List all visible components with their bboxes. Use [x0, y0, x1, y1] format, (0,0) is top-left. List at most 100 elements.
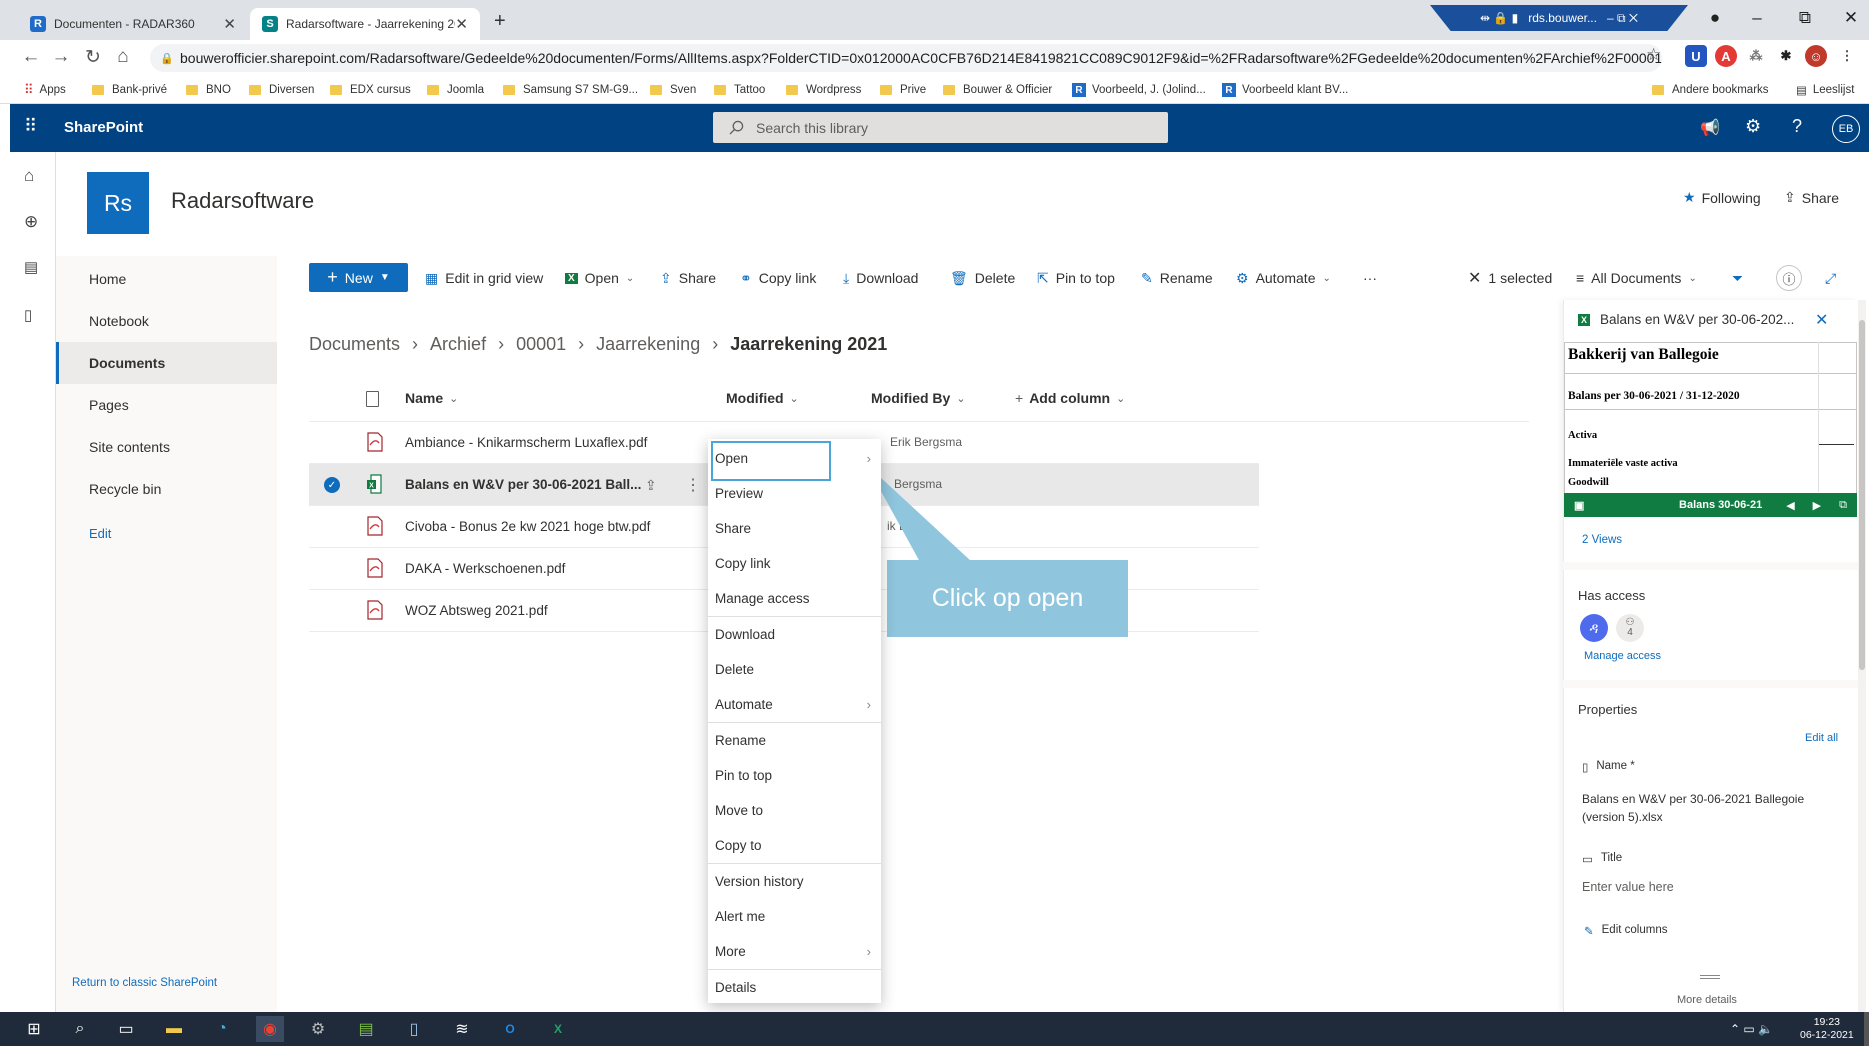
browser-tab-radarsoftware[interactable]: S Radarsoftware - Jaarrekening 20 ✕ [250, 8, 480, 40]
view-selector[interactable]: ≡ All Documents ⌄ [1576, 264, 1697, 292]
popout-icon[interactable]: ⧉ [1839, 499, 1847, 512]
sheet-next-icon[interactable]: ▶ [1813, 499, 1821, 512]
bookmark-folder[interactable]: Sven [650, 80, 696, 100]
search-input[interactable]: Search this library [713, 112, 1168, 143]
open-button[interactable]: X Open ⌄ [565, 264, 634, 292]
minimize-icon[interactable]: – [1742, 8, 1772, 28]
bookmark-other[interactable]: Andere bookmarks [1652, 80, 1769, 100]
taskbar-clock[interactable]: 19:23 06-12-2021 [1800, 1016, 1854, 1042]
file-preview[interactable] [1564, 342, 1857, 517]
chrome-icon[interactable]: ◉ [256, 1016, 284, 1042]
settings-gear-icon[interactable]: ⚙ [1745, 116, 1761, 137]
sheet-prev-icon[interactable]: ◀ [1786, 499, 1794, 512]
expand-icon[interactable]: ⤢ [1825, 264, 1836, 292]
bookmark-folder[interactable]: Wordpress [786, 80, 861, 100]
return-classic-link[interactable]: Return to classic SharePoint [72, 977, 217, 989]
globe-icon[interactable]: ⊕ [24, 212, 38, 232]
copy-link-button[interactable]: ⚭ Copy link [740, 264, 816, 292]
menu-item-copy-to[interactable]: Copy to [708, 828, 881, 863]
tools-icon[interactable]: ⚙ [304, 1016, 332, 1042]
file-name[interactable]: Civoba - Bonus 2e kw 2021 hoge btw.pdf [405, 519, 650, 534]
close-tab-icon[interactable]: ✕ [223, 15, 236, 33]
file-name[interactable]: Balans en W&V per 30-06-2021 Ball... [405, 477, 641, 492]
nav-item-pages[interactable]: Pages [56, 384, 277, 426]
vpn-controls[interactable]: ‒ ⧉ ✕ [1607, 11, 1638, 26]
download-button[interactable]: ⤓ Download [843, 264, 918, 292]
bookmark-folder[interactable]: Tattoo [714, 80, 765, 100]
reload-icon[interactable]: ↻ [80, 46, 106, 69]
notepad-icon[interactable]: ▤ [352, 1016, 380, 1042]
title-property-input[interactable]: Enter value here [1582, 880, 1674, 894]
column-header-modified-by[interactable]: Modified By ⌄ [871, 390, 966, 406]
row-more-icon[interactable]: ⋮ [685, 475, 701, 495]
puzzle-extension-icon[interactable]: ✱ [1775, 45, 1797, 67]
outlook-icon[interactable]: O [496, 1016, 524, 1042]
sheet-tab[interactable]: Balans 30-06-21 [1679, 499, 1762, 511]
file-icon[interactable]: ▯ [24, 306, 32, 324]
adblock-extension-icon[interactable]: A [1715, 45, 1737, 67]
nav-item-notebook[interactable]: Notebook [56, 300, 277, 342]
nav-item-site-contents[interactable]: Site contents [56, 426, 277, 468]
menu-item-automate[interactable]: Automate › [708, 687, 881, 722]
more-commands-button[interactable]: ··· [1363, 264, 1377, 292]
menu-item-delete[interactable]: Delete [708, 652, 881, 687]
automate-button[interactable]: ⚙ Automate ⌄ [1236, 264, 1331, 292]
selection-count[interactable]: ✕ 1 selected [1468, 264, 1552, 292]
menu-item-pin-to-top[interactable]: Pin to top [708, 758, 881, 793]
profile-avatar-icon[interactable]: ☺ [1805, 45, 1827, 67]
edit-columns-link[interactable]: ✎ Edit columns [1584, 924, 1667, 938]
drag-handle-icon[interactable] [1700, 975, 1720, 979]
manage-access-link[interactable]: Manage access [1584, 650, 1661, 662]
column-header-name[interactable]: Name ⌄ [405, 390, 458, 406]
site-share-button[interactable]: ⇪ Share [1784, 189, 1839, 206]
bookmark-folder[interactable]: EDX cursus [330, 80, 411, 100]
edit-grid-button[interactable]: ▦ Edit in grid view [425, 264, 543, 292]
site-title[interactable]: Radarsoftware [171, 188, 314, 214]
news-icon[interactable]: ▤ [24, 258, 38, 276]
excel-sheet-bar[interactable]: ▣ Balans 30-06-21 ◀ ▶ ⧉ [1564, 493, 1857, 517]
document-app-icon[interactable]: ▯ [400, 1016, 428, 1042]
edit-all-link[interactable]: Edit all [1805, 732, 1838, 744]
nav-edit-link[interactable]: Edit [89, 526, 111, 541]
file-explorer-icon[interactable]: ▬ [160, 1016, 188, 1042]
excel-taskbar-icon[interactable]: X [544, 1016, 572, 1042]
breadcrumb-item[interactable]: Documents [309, 334, 400, 355]
bookmark-folder[interactable]: Samsung S7 SM-G9... [503, 80, 638, 100]
restore-icon[interactable]: ⧉ [1790, 8, 1820, 28]
menu-item-copy-link[interactable]: Copy link [708, 546, 881, 581]
windows-start-icon[interactable]: ⊞ [20, 1016, 48, 1042]
bookmark-star-icon[interactable]: ☆ [1646, 45, 1661, 65]
pane-scrollbar-thumb[interactable] [1859, 320, 1865, 670]
row-checkmark-icon[interactable]: ✓ [324, 477, 340, 493]
user-avatar-icon[interactable]: ዳ [1580, 614, 1608, 642]
nav-item-home[interactable]: Home [56, 258, 277, 300]
menu-item-preview[interactable]: Preview [708, 476, 881, 511]
bookmark-folder[interactable]: Diversen [249, 80, 314, 100]
share-command-button[interactable]: ⇪ Share [660, 264, 716, 292]
forward-icon[interactable]: → [48, 46, 74, 68]
file-name[interactable]: Ambiance - Knikarmscherm Luxaflex.pdf [405, 435, 647, 450]
reading-list[interactable]: ▤ Leeslijst [1796, 80, 1854, 100]
browser-tab-radar360[interactable]: R Documenten - RADAR360 ✕ [18, 8, 248, 40]
menu-item-alert-me[interactable]: Alert me [708, 899, 881, 934]
avatar[interactable]: EB [1832, 115, 1860, 143]
vpn-bar[interactable]: ⇹ 🔒 ▮ rds.bouwer... ‒ ⧉ ✕ [1430, 5, 1688, 31]
file-name[interactable]: WOZ Abtsweg 2021.pdf [405, 603, 548, 618]
home-rail-icon[interactable]: ⌂ [24, 166, 34, 186]
menu-item-move-to[interactable]: Move to [708, 793, 881, 828]
show-desktop-button[interactable] [1864, 1012, 1869, 1046]
wifi-icon[interactable]: ≋ [448, 1016, 476, 1042]
chrome-menu-icon[interactable]: ⋮ [1836, 45, 1858, 67]
breadcrumb-item[interactable]: Jaarrekening [596, 334, 700, 355]
menu-item-version-history[interactable]: Version history [708, 864, 881, 899]
bookmark-folder[interactable]: BNO [186, 80, 231, 100]
menu-item-more[interactable]: More › [708, 934, 881, 969]
info-pane-icon[interactable]: ⓘ [1776, 265, 1802, 291]
file-name[interactable]: DAKA - Werkschoenen.pdf [405, 561, 565, 576]
add-column-button[interactable]: + Add column ⌄ [1015, 390, 1125, 406]
taskbar-search-icon[interactable]: ⌕ [66, 1016, 94, 1042]
nav-item-recycle-bin[interactable]: Recycle bin [56, 468, 277, 510]
app-name[interactable]: SharePoint [64, 119, 143, 136]
extension-icon[interactable]: ⁂ [1745, 45, 1767, 67]
file-type-header-icon[interactable] [366, 391, 379, 407]
